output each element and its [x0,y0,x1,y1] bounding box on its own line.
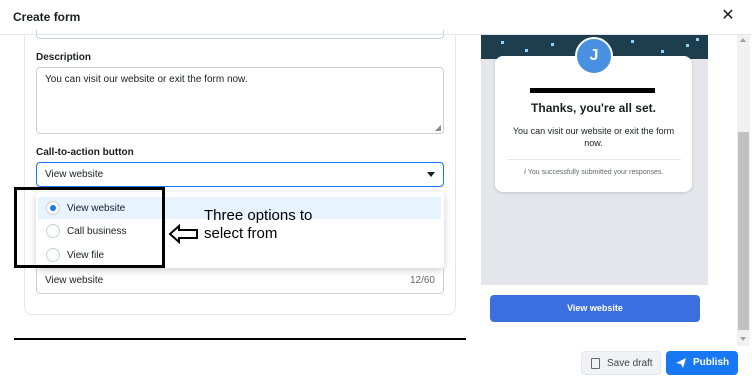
description-text: You can visit our website or exit the fo… [45,74,248,85]
divider-line [14,338,466,340]
cta-select[interactable]: View website [36,162,444,187]
redacted-text [530,88,655,93]
annotation-line-2: select from [204,225,278,242]
save-draft-button[interactable]: Save draft [581,351,661,375]
close-icon[interactable]: ✕ [719,7,737,25]
scroll-down-icon[interactable] [740,337,746,341]
annotation-text: Three options to select from [204,207,312,243]
left-arrow-icon [168,224,198,244]
dialog-title: Create form [13,10,81,24]
scroll-up-icon[interactable] [740,38,746,42]
document-icon [591,358,600,369]
submitted-note: ⅈ You successfully submitted your respon… [523,169,664,176]
thanks-title: Thanks, you're all set. [531,101,656,115]
cta-label: Call-to-action button [36,147,134,158]
publish-button[interactable]: Publish [666,351,738,375]
annotation-line-1: Three options to [204,207,313,224]
thanks-description: You can visit our website or exit the fo… [512,126,675,148]
scrollbar-thumb[interactable] [738,132,749,330]
description-label: Description [36,52,92,63]
avatar: J [575,37,613,75]
button-text-value: View website [45,275,104,286]
character-counter: 12/60 [409,275,435,286]
description-textarea[interactable]: You can visit our website or exit the fo… [36,67,444,134]
caret-down-icon [427,172,435,177]
resize-handle-icon[interactable]: ◢ [435,123,441,132]
save-draft-label: Save draft [607,358,653,369]
preview-view-website-button[interactable]: View website [490,295,700,322]
button-text-input[interactable]: View website 12/60 [36,268,444,294]
publish-label: Publish [693,357,730,368]
annotation-highlight-box [14,187,165,268]
previous-field[interactable] [36,30,444,39]
create-form-dialog: Create form ✕ Description You can visit … [0,0,752,384]
cta-selected-value: View website [45,169,104,180]
card-divider [507,159,681,160]
send-icon [676,358,686,368]
